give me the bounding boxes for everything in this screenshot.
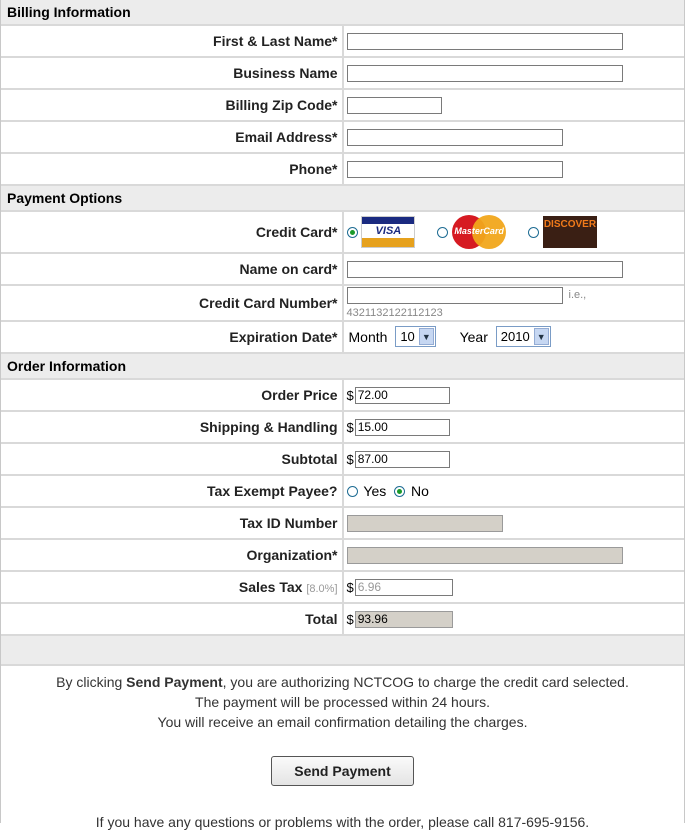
contact-note: If you have any questions or problems wi… <box>95 813 590 830</box>
payment-form-frame: Billing Information First & Last Name* B… <box>0 0 685 830</box>
billing-section-header: Billing Information <box>1 0 684 26</box>
name-field[interactable] <box>346 32 623 50</box>
discover-logo: DISCOVER <box>542 216 597 248</box>
card-number-field[interactable] <box>346 286 563 304</box>
email-field[interactable] <box>346 128 563 146</box>
sales-tax-field <box>354 578 453 596</box>
total-label: Total <box>1 602 344 636</box>
authorization-line-3: You will receive an email confirmation d… <box>157 713 528 730</box>
organization-field <box>346 546 623 564</box>
organization-label: Organization* <box>1 538 344 572</box>
month-value: 10 <box>400 329 415 345</box>
blank-separator-row <box>1 634 684 666</box>
year-label: Year <box>459 328 488 345</box>
authorization-line-2: The payment will be processed within 24 … <box>195 693 490 710</box>
chevron-down-icon[interactable]: ▼ <box>533 328 549 346</box>
month-select[interactable]: 10 ▼ <box>395 326 436 348</box>
phone-label: Phone* <box>1 153 344 186</box>
name-on-card-field[interactable] <box>346 260 623 278</box>
order-price-field[interactable] <box>354 386 450 404</box>
name-label: First & Last Name* <box>1 25 344 58</box>
email-label: Email Address* <box>1 121 344 154</box>
tax-exempt-no-label: No <box>411 483 429 500</box>
zip-label: Billing Zip Code* <box>1 89 344 122</box>
order-price-label: Order Price <box>1 378 344 412</box>
mastercard-logo-text: MasterCard <box>454 226 504 236</box>
payment-form-table: Billing Information First & Last Name* B… <box>1 0 684 666</box>
currency-symbol: $ <box>346 419 354 435</box>
send-payment-button[interactable]: Send Payment <box>271 755 414 786</box>
year-value: 2010 <box>500 329 530 345</box>
phone-field[interactable] <box>346 160 563 178</box>
month-label: Month <box>348 328 388 345</box>
visa-logo-text: VISA <box>375 225 402 237</box>
authorization-line-1: By clicking Send Payment, you are author… <box>1 672 684 692</box>
subtotal-label: Subtotal <box>1 442 344 476</box>
business-name-field[interactable] <box>346 64 623 82</box>
total-field <box>354 610 453 628</box>
currency-symbol: $ <box>346 451 354 467</box>
card-number-label: Credit Card Number* <box>1 285 344 322</box>
mastercard-logo: MasterCard <box>452 215 507 249</box>
currency-symbol: $ <box>346 579 354 595</box>
send-payment-emphasis: Send Payment <box>126 673 223 690</box>
payment-section-header: Payment Options <box>1 185 684 212</box>
zip-code-field[interactable] <box>346 96 442 114</box>
shipping-field[interactable] <box>354 418 450 436</box>
sales-tax-label: Sales Tax [8.0%] <box>1 570 344 604</box>
tax-id-label: Tax ID Number <box>1 506 344 540</box>
visa-radio[interactable] <box>346 226 358 238</box>
authorization-line-1-pre: By clicking <box>56 673 127 690</box>
business-label: Business Name <box>1 57 344 90</box>
year-select[interactable]: 2010 ▼ <box>495 326 551 348</box>
order-section-header: Order Information <box>1 352 684 380</box>
mastercard-radio[interactable] <box>437 226 449 238</box>
tax-exempt-no-radio[interactable] <box>394 485 406 497</box>
currency-symbol: $ <box>346 387 354 403</box>
currency-symbol: $ <box>346 611 354 627</box>
tax-id-field <box>346 514 503 532</box>
card-type-label: Credit Card* <box>1 211 344 254</box>
tax-exempt-yes-label: Yes <box>363 483 387 500</box>
expiration-label: Expiration Date* <box>1 320 344 354</box>
subtotal-field[interactable] <box>354 450 450 468</box>
discover-radio[interactable] <box>528 226 540 238</box>
shipping-label: Shipping & Handling <box>1 410 344 444</box>
name-on-card-label: Name on card* <box>1 253 344 286</box>
authorization-line-1-post: , you are authorizing NCTCOG to charge t… <box>222 673 629 690</box>
visa-logo: VISA <box>361 216 416 248</box>
authorization-text: By clicking Send Payment, you are author… <box>1 672 684 832</box>
chevron-down-icon[interactable]: ▼ <box>418 328 434 346</box>
tax-exempt-yes-radio[interactable] <box>346 485 358 497</box>
tax-exempt-label: Tax Exempt Payee? <box>1 474 344 508</box>
discover-logo-text: DISCOVER <box>543 219 597 230</box>
sales-tax-rate: [8.0%] <box>306 582 338 595</box>
sales-tax-label-text: Sales Tax <box>238 578 303 595</box>
